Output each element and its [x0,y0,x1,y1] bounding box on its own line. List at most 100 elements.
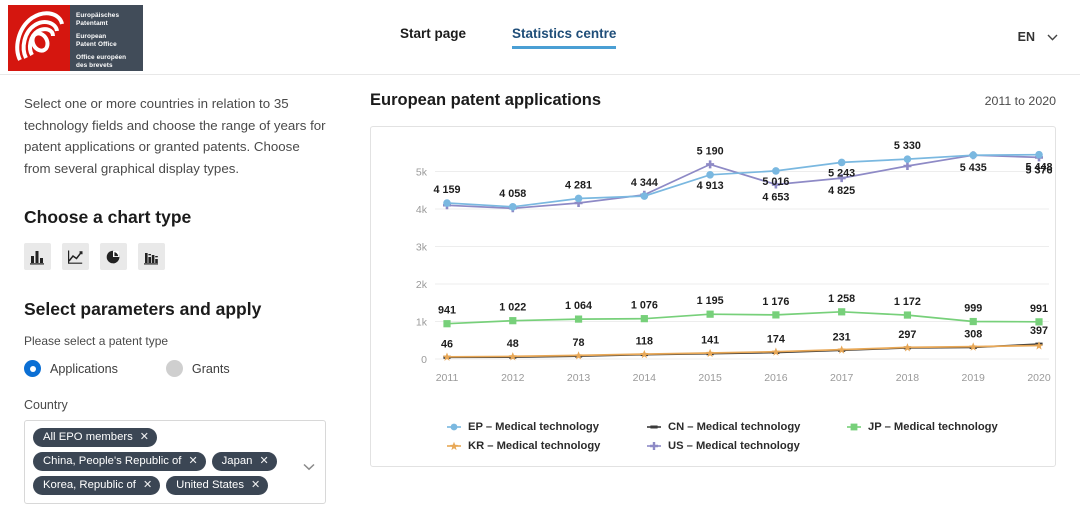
data-label-ep-2014: 4 344 [631,177,658,189]
country-tag-japan[interactable]: Japan ✕ [211,452,277,471]
data-point-ep-2019[interactable] [969,151,978,159]
data-point-jp-2011[interactable] [443,320,451,328]
radio-applications[interactable]: Applications [24,360,118,377]
data-label-cn-2015: 141 [701,335,719,347]
legend-label: KR – Medical technology [468,440,601,452]
chart-header: European patent applications 2011 to 202… [370,91,1056,110]
data-point-kr-2017[interactable] [837,345,846,354]
x-axis-tick-label: 2011 [436,372,459,384]
country-tag-row: Korea, Republic of ✕ United States ✕ [33,476,295,495]
radio-applications-indicator [24,360,41,377]
series-line-kr [446,344,1040,358]
language-selector[interactable]: EN [1018,30,1058,44]
chevron-down-icon[interactable] [303,463,315,471]
legend-marker-star-icon [447,441,461,451]
legend-item-ep[interactable]: EP – Medical technology [447,421,647,433]
country-tag-korea[interactable]: Korea, Republic of ✕ [33,476,161,495]
data-label-cn-2019: 308 [964,328,982,340]
epo-logo[interactable]: Europäisches Patentamt European Patent Off… [8,5,143,71]
country-tag-united-states[interactable]: United States ✕ [166,476,269,495]
data-point-jp-2016[interactable] [772,311,780,319]
logo-fr-2: des brevets [76,62,113,70]
nav-item-statistics-centre[interactable]: Statistics centre [512,26,617,49]
data-point-ep-2012[interactable] [508,203,517,211]
country-tag-china[interactable]: China, People's Republic of ✕ [33,452,206,471]
close-icon[interactable]: ✕ [251,479,260,491]
data-point-jp-2015[interactable] [706,310,714,318]
data-point-kr-2019[interactable] [969,342,978,351]
chart-type-grouped-bar-chart[interactable] [138,243,165,270]
close-icon[interactable]: ✕ [143,479,152,491]
country-tag-label: United States [176,479,244,491]
line-chart-icon [68,250,83,264]
logo-de-1: Europäisches [76,12,120,19]
close-icon[interactable]: ✕ [188,455,197,467]
data-label-cn-2012: 48 [507,338,519,350]
legend-marker-circle-icon [447,423,461,431]
country-tag-all-epo-members[interactable]: All EPO members ✕ [33,428,157,447]
x-axis-tick-label: 2017 [830,372,854,384]
parameters-heading: Select parameters and apply [24,299,262,319]
chart-type-bar-chart[interactable] [24,243,51,270]
data-point-kr-2016[interactable] [771,347,781,356]
logo-fr-1: Office européen [76,54,127,62]
chart-type-line-chart[interactable] [62,243,89,270]
legend-item-cn[interactable]: CN – Medical technology [647,421,847,433]
chart-legend: EP – Medical technology CN – Medical tech… [447,421,1047,452]
y-axis-tick-label: 3k [416,242,428,254]
data-point-ep-2017[interactable] [837,158,846,167]
data-point-ep-2016[interactable] [772,167,780,175]
data-point-kr-2014[interactable] [640,349,649,359]
data-point-ep-2014[interactable] [640,192,649,200]
data-point-us-2018[interactable] [903,161,912,170]
data-point-us-2015[interactable] [706,160,715,169]
data-point-jp-2019[interactable] [969,317,977,326]
close-icon[interactable]: ✕ [140,431,149,443]
data-point-kr-2011[interactable] [442,352,452,361]
close-icon[interactable]: ✕ [259,455,268,467]
language-code: EN [1017,30,1035,44]
data-point-jp-2013[interactable] [574,315,583,323]
radio-grants[interactable]: Grants [165,360,230,377]
chart-type-options [24,243,326,270]
data-point-ep-2011[interactable] [443,199,451,207]
legend-item-jp[interactable]: JP – Medical technology [847,421,1047,433]
data-point-ep-2020[interactable] [1035,150,1043,159]
country-tag-row: China, People's Republic of ✕ Japan ✕ [33,452,295,471]
country-label: Country [24,398,68,412]
country-tag-label: China, People's Republic of [43,455,182,467]
patent-type-radio-group: Applications Grants [24,360,326,377]
series-line-us [446,154,1040,210]
data-label-ep-2015: 4 913 [697,180,724,192]
chart-type-pie-chart[interactable] [100,243,127,270]
patent-type-label: Please select a patent type [24,334,169,348]
data-point-ep-2015[interactable] [706,170,714,179]
logo-de-2: Patentamt [76,20,108,28]
data-point-ep-2018[interactable] [903,155,912,163]
legend-label: US – Medical technology [668,440,800,452]
nav-item-start-page[interactable]: Start page [400,26,466,46]
data-point-kr-2015[interactable] [705,348,715,358]
legend-item-kr[interactable]: KR – Medical technology [447,440,647,452]
line-chart-plot[interactable]: 0 1k 2k 3k 4k 5k 2011 2012 2013 2014 2015 2016 2017 2… [371,127,1056,417]
data-point-jp-2014[interactable] [640,315,648,323]
data-point-jp-2018[interactable] [903,311,912,319]
data-point-jp-2012[interactable] [509,317,517,325]
x-axis-tick-label: 2013 [567,372,591,384]
y-axis-tick-label: 1k [416,317,428,329]
x-axis-tick-label: 2015 [698,372,722,384]
chart-card: 0 1k 2k 3k 4k 5k 2011 2012 2013 2014 2015 2016 2017 2… [370,126,1056,467]
data-point-kr-2020[interactable] [1034,341,1044,350]
data-point-kr-2013[interactable] [574,351,583,360]
logo-en-1: European [76,33,107,41]
data-point-jp-2017[interactable] [838,308,846,316]
data-label-us-2020: 5 376 [1025,164,1052,176]
chart-type-heading: Choose a chart type [24,207,192,227]
data-label-jp-2013: 1 064 [565,300,592,312]
data-point-kr-2018[interactable] [903,343,912,352]
data-label-cn-2017: 231 [833,331,851,343]
legend-label: JP – Medical technology [868,421,998,433]
country-multiselect[interactable]: All EPO members ✕ China, People's Republ… [24,420,326,504]
data-point-ep-2013[interactable] [574,194,583,203]
legend-item-us[interactable]: US – Medical technology [647,440,847,452]
